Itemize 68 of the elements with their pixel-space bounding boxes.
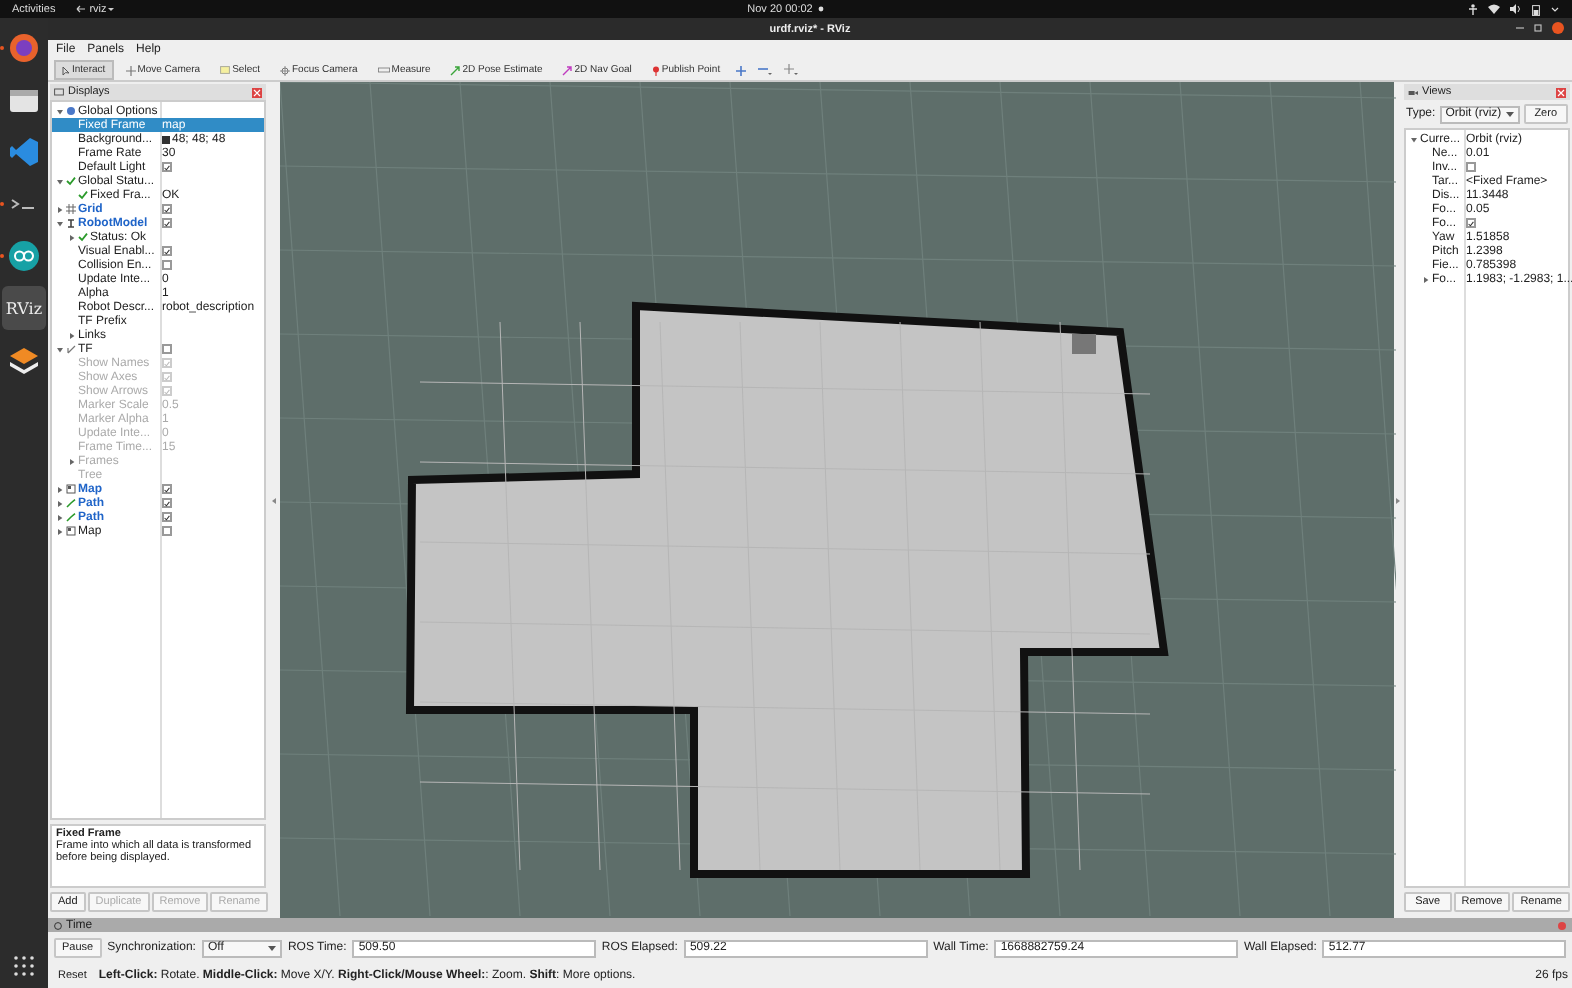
expand-arrow-icon[interactable]: [1421, 275, 1429, 283]
folder-icon[interactable]: [8, 86, 40, 114]
checkbox[interactable]: [162, 218, 172, 228]
checkbox[interactable]: [162, 246, 172, 256]
wifi-icon[interactable]: [1488, 4, 1500, 14]
checkbox[interactable]: [162, 204, 172, 214]
crosshair-icon: [280, 65, 290, 75]
checkbox[interactable]: [162, 512, 172, 522]
map-icon: [66, 484, 76, 494]
clock-icon: [54, 921, 62, 929]
arrow-icon: [450, 65, 461, 75]
splitter-arrow-icon[interactable]: [1396, 497, 1400, 503]
app-logo[interactable]: RViz: [5, 299, 43, 317]
checkbox[interactable]: [162, 344, 172, 354]
expand-arrow-icon[interactable]: [1409, 135, 1417, 143]
terminal-icon[interactable]: [8, 196, 40, 212]
dock-slot[interactable]: RViz: [2, 286, 46, 330]
splitter-arrow-icon[interactable]: [272, 497, 276, 503]
expand-arrow-icon[interactable]: [55, 485, 63, 493]
checkbox[interactable]: [162, 526, 172, 536]
caret-icon: [267, 945, 276, 951]
minimize-icon[interactable]: [1516, 24, 1524, 32]
expand-arrow-icon[interactable]: [55, 527, 63, 535]
battery-icon[interactable]: [1532, 3, 1540, 15]
check-icon: [78, 232, 88, 242]
cursor-icon: [62, 65, 70, 75]
add-tool-button[interactable]: [732, 60, 751, 80]
close-icon[interactable]: [252, 87, 262, 97]
close-icon[interactable]: [1556, 87, 1566, 97]
running-indicator-icon: [0, 46, 4, 50]
map-icon: [66, 526, 76, 536]
minus-icon: [758, 64, 773, 76]
checkbox[interactable]: [162, 162, 172, 172]
checkbox[interactable]: [162, 260, 172, 270]
expand-arrow-icon[interactable]: [67, 233, 75, 241]
app-icon: [75, 4, 86, 14]
camera-icon: [1408, 87, 1418, 97]
checkbox[interactable]: [1466, 218, 1476, 228]
app-grid-icon[interactable]: [14, 956, 34, 976]
running-indicator-icon: [0, 202, 4, 206]
expand-arrow-icon[interactable]: [55, 205, 63, 213]
expand-arrow-icon[interactable]: [67, 331, 75, 339]
arrow-icon: [562, 65, 573, 75]
running-indicator-icon: [0, 254, 4, 258]
move-icon: [125, 65, 136, 75]
expand-arrow-icon[interactable]: [55, 499, 63, 507]
plus-icon: [736, 65, 747, 75]
expand-arrow-icon[interactable]: [55, 219, 63, 227]
caret-icon: [1505, 111, 1514, 117]
grid-icon: [66, 204, 76, 214]
caret-icon: [106, 4, 117, 14]
ruler-icon: [377, 66, 390, 74]
notification-dot-icon: [818, 6, 825, 12]
selection-icon: [220, 66, 231, 74]
volume-icon[interactable]: [1510, 4, 1522, 14]
close-icon[interactable]: [1552, 22, 1564, 34]
monitor-icon: [54, 87, 64, 97]
expand-arrow-icon[interactable]: [55, 345, 63, 353]
expand-arrow-icon[interactable]: [55, 107, 63, 115]
accessibility-icon[interactable]: [1468, 3, 1478, 15]
checkbox[interactable]: [1466, 162, 1476, 172]
crosshair-icon: [784, 64, 799, 76]
maximize-icon[interactable]: [1534, 24, 1542, 32]
checkbox[interactable]: [162, 484, 172, 494]
expand-arrow-icon[interactable]: [55, 177, 63, 185]
expand-arrow-icon[interactable]: [55, 513, 63, 521]
checkbox[interactable]: [162, 498, 172, 508]
pin-icon: [651, 65, 660, 75]
